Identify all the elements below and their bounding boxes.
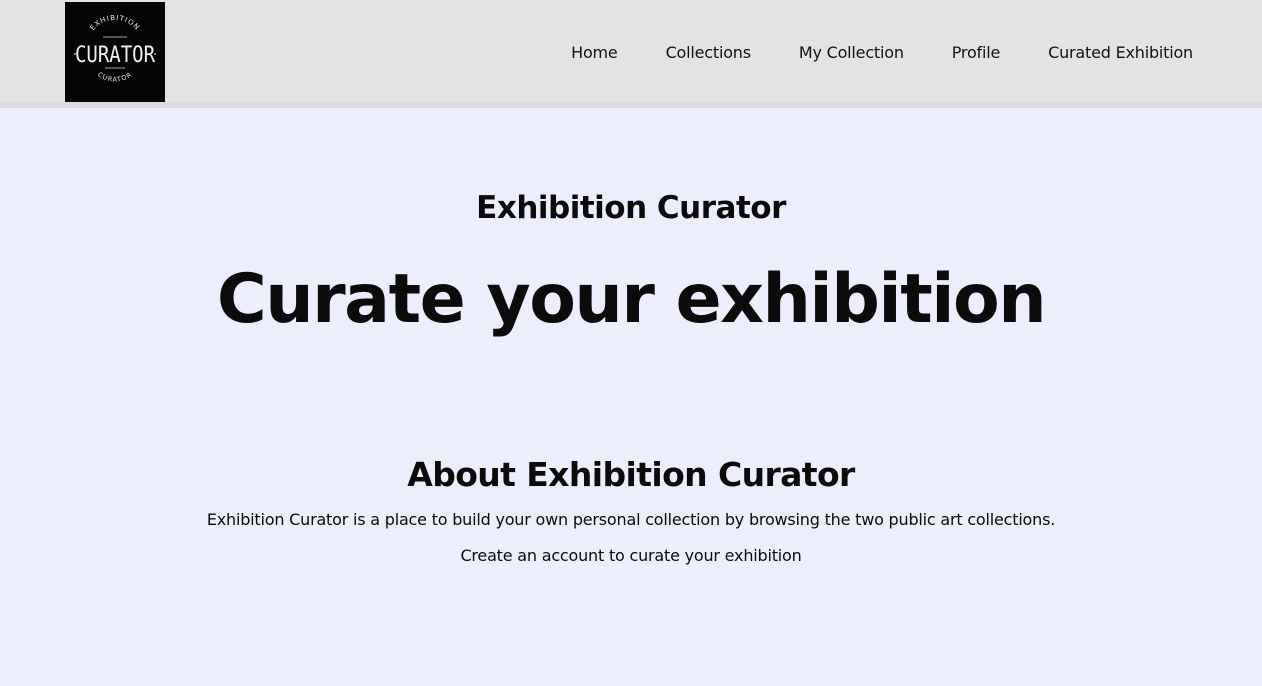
hero-heading: Curate your exhibition [216,260,1047,339]
curator-logo[interactable]: EXHIBITION CURATOR CURATOR [65,2,165,102]
logo-top-text: EXHIBITION [89,14,141,32]
site-title: Exhibition Curator [476,190,786,226]
site-header: EXHIBITION CURATOR CURATOR Home Collecti… [0,0,1262,108]
logo-graphic: EXHIBITION CURATOR CURATOR [74,14,156,84]
svg-text:EXHIBITION: EXHIBITION [89,14,142,32]
main-nav: Home Collections My Collection Profile C… [571,0,1193,104]
nav-home-link[interactable]: Home [571,43,618,62]
create-account-text: Create an account to curate your exhibit… [460,546,802,565]
nav-collections-link[interactable]: Collections [666,43,751,62]
about-description: Exhibition Curator is a place to build y… [206,510,1056,529]
about-heading: About Exhibition Curator [407,455,855,494]
nav-my-collection-link[interactable]: My Collection [799,43,904,62]
nav-curated-exhibition-link[interactable]: Curated Exhibition [1048,43,1193,62]
logo-bottom-text: CURATOR [96,70,133,83]
nav-profile-link[interactable]: Profile [952,43,1001,62]
logo-main-text: CURATOR [75,43,156,68]
svg-text:CURATOR: CURATOR [96,70,134,83]
